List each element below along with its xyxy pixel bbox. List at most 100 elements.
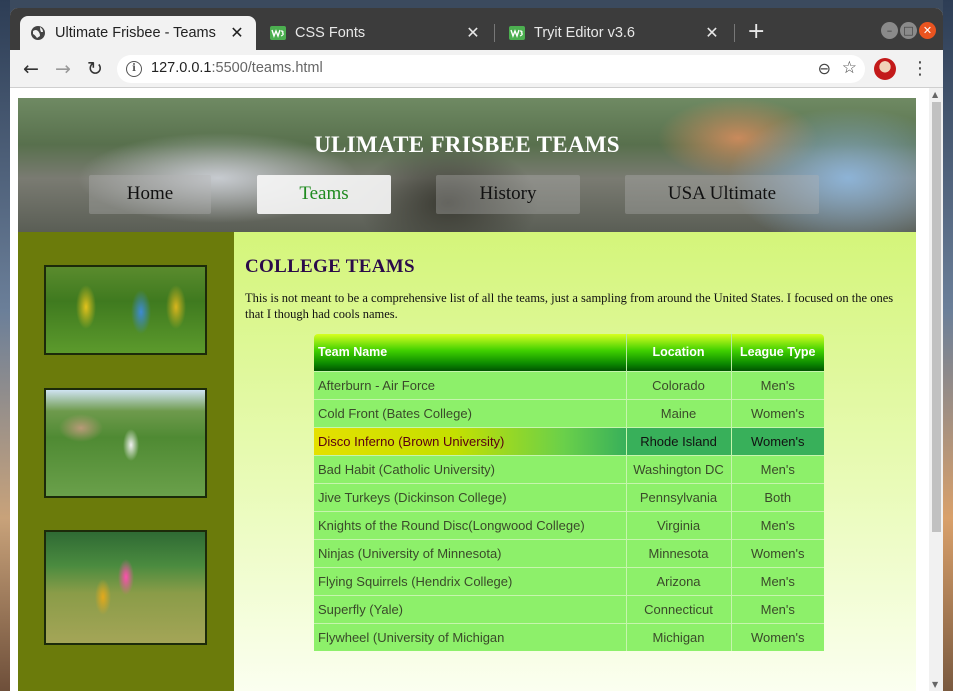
- vertical-scrollbar[interactable]: ▲ ▼: [929, 88, 943, 691]
- cell-league-type: Women's: [731, 538, 824, 567]
- cell-location: Virginia: [626, 510, 732, 539]
- tab-close-icon[interactable]: ✕: [464, 23, 482, 43]
- tab-title: Tryit Editor v3.6: [534, 25, 635, 41]
- w3schools-icon: [270, 26, 286, 40]
- cell-location: Arizona: [626, 566, 732, 595]
- tab-close-icon[interactable]: ✕: [228, 23, 246, 43]
- site-header-banner: ULIMATE FRISBEE TEAMS Home Teams History…: [18, 98, 916, 232]
- url-path: :5500/teams.html: [211, 60, 323, 76]
- cell-team-name: Bad Habit (Catholic University): [314, 454, 627, 483]
- tab-title: Ultimate Frisbee - Teams: [55, 25, 216, 41]
- minimize-button[interactable]: –: [881, 22, 898, 39]
- desktop-background-left: [0, 0, 10, 691]
- cell-league-type: Both: [731, 482, 824, 511]
- cell-league-type: Men's: [731, 510, 824, 539]
- cell-location: Colorado: [626, 370, 732, 399]
- cell-location: Rhode Island: [626, 426, 732, 455]
- cell-league-type: Women's: [731, 398, 824, 427]
- main-content: COLLEGE TEAMS This is not meant to be a …: [234, 232, 916, 691]
- browser-toolbar: ← → ↻ i 127.0.0.1:5500/teams.html ⊖ ☆ ⋮: [10, 50, 943, 88]
- tab-close-icon[interactable]: ✕: [703, 23, 721, 43]
- tab-separator: [734, 24, 735, 42]
- tab-tryit-editor[interactable]: Tryit Editor v3.6 ✕: [499, 16, 731, 50]
- cell-league-type: Women's: [731, 426, 824, 455]
- w3schools-icon: [509, 26, 525, 40]
- cell-league-type: Women's: [731, 622, 824, 651]
- reload-button[interactable]: ↻: [83, 57, 107, 81]
- tab-title: CSS Fonts: [295, 25, 366, 41]
- frisbee-photo-1: [44, 265, 207, 355]
- cell-league-type: Men's: [731, 594, 824, 623]
- page-viewport: ULIMATE FRISBEE TEAMS Home Teams History…: [10, 88, 943, 691]
- cell-league-type: Men's: [731, 370, 824, 399]
- nav-history[interactable]: History: [436, 175, 580, 214]
- cell-team-name: Superfly (Yale): [314, 594, 627, 623]
- profile-avatar[interactable]: [874, 58, 896, 80]
- cell-location: Minnesota: [626, 538, 732, 567]
- cell-location: Pennsylvania: [626, 482, 732, 511]
- site-nav: Home Teams History USA Ultimate: [18, 175, 916, 215]
- address-bar[interactable]: i 127.0.0.1:5500/teams.html ⊖ ☆: [117, 55, 865, 83]
- scroll-down-arrow-icon[interactable]: ▼: [932, 680, 938, 689]
- cell-location: Washington DC: [626, 454, 732, 483]
- zoom-icon[interactable]: ⊖: [818, 59, 831, 78]
- column-header-location: Location: [626, 334, 732, 371]
- scrollbar-thumb[interactable]: [932, 102, 941, 532]
- cell-location: Michigan: [626, 622, 732, 651]
- scroll-up-arrow-icon[interactable]: ▲: [932, 90, 938, 99]
- frisbee-photo-3: [44, 530, 207, 645]
- cell-team-name: Jive Turkeys (Dickinson College): [314, 482, 627, 511]
- table-row: Disco Inferno (Brown University) Rhode Is…: [314, 426, 824, 455]
- cell-league-type: Men's: [731, 566, 824, 595]
- cell-team-name: Afterburn - Air Force: [314, 370, 627, 399]
- nav-usa-ultimate[interactable]: USA Ultimate: [625, 175, 819, 214]
- tab-css-fonts[interactable]: CSS Fonts ✕: [260, 16, 492, 50]
- browser-menu-icon[interactable]: ⋮: [911, 58, 929, 80]
- intro-paragraph: This is not meant to be a comprehensive …: [245, 291, 894, 321]
- table-row: Jive Turkeys (Dickinson College) Pennsylv…: [314, 482, 824, 511]
- desktop-background-right: [943, 0, 953, 691]
- url-host: 127.0.0.1: [151, 60, 212, 76]
- column-header-league-type: League Type: [731, 334, 824, 371]
- column-header-team-name: Team Name: [314, 334, 627, 371]
- url-text: 127.0.0.1:5500/teams.html: [151, 60, 323, 76]
- nav-home[interactable]: Home: [89, 175, 211, 214]
- table-row: Afterburn - Air Force Colorado Men's: [314, 370, 824, 399]
- page-heading: COLLEGE TEAMS: [245, 256, 415, 277]
- table-header-row: Team Name Location League Type: [314, 334, 824, 371]
- nav-teams[interactable]: Teams: [257, 175, 391, 214]
- table-body: Afterburn - Air Force Colorado Men's Cold F…: [314, 370, 824, 651]
- table-row: Superfly (Yale) Connecticut Men's: [314, 594, 824, 623]
- cell-location: Maine: [626, 398, 732, 427]
- cell-league-type: Men's: [731, 454, 824, 483]
- table-row: Ninjas (University of Minnesota) Minnesot…: [314, 538, 824, 567]
- maximize-button[interactable]: □: [900, 22, 917, 39]
- table-row: Flywheel (University of Michigan Michigan…: [314, 622, 824, 651]
- cell-location: Connecticut: [626, 594, 732, 623]
- table-row: Knights of the Round Disc(Longwood Colle…: [314, 510, 824, 539]
- tab-ultimate-frisbee-teams[interactable]: Ultimate Frisbee - Teams ✕: [20, 16, 256, 50]
- cell-team-name: Knights of the Round Disc(Longwood Colle…: [314, 510, 627, 539]
- teams-table: Team Name Location League Type Afterburn…: [314, 334, 824, 651]
- cell-team-name: Flywheel (University of Michigan: [314, 622, 627, 651]
- table-row: Flying Squirrels (Hendrix College) Arizon…: [314, 566, 824, 595]
- forward-button[interactable]: →: [51, 57, 75, 81]
- new-tab-button[interactable]: +: [747, 21, 765, 43]
- cell-team-name: Ninjas (University of Minnesota): [314, 538, 627, 567]
- cell-team-name: Disco Inferno (Brown University): [314, 426, 627, 455]
- table-row: Cold Front (Bates College) Maine Women's: [314, 398, 824, 427]
- back-button[interactable]: ←: [19, 57, 43, 81]
- photo-sidebar: [18, 232, 234, 691]
- site-title: ULIMATE FRISBEE TEAMS: [314, 132, 620, 157]
- browser-window: Ultimate Frisbee - Teams ✕ CSS Fonts ✕ T…: [10, 8, 943, 691]
- tab-strip: Ultimate Frisbee - Teams ✕ CSS Fonts ✕ T…: [10, 8, 943, 50]
- globe-icon: [31, 26, 45, 40]
- cell-team-name: Flying Squirrels (Hendrix College): [314, 566, 627, 595]
- close-window-button[interactable]: ✕: [919, 22, 936, 39]
- table-row: Bad Habit (Catholic University) Washingto…: [314, 454, 824, 483]
- web-page: ULIMATE FRISBEE TEAMS Home Teams History…: [18, 98, 916, 691]
- tab-separator: [494, 24, 495, 42]
- frisbee-photo-2: [44, 388, 207, 498]
- bookmark-star-icon[interactable]: ☆: [842, 58, 857, 78]
- site-info-icon[interactable]: i: [126, 61, 142, 77]
